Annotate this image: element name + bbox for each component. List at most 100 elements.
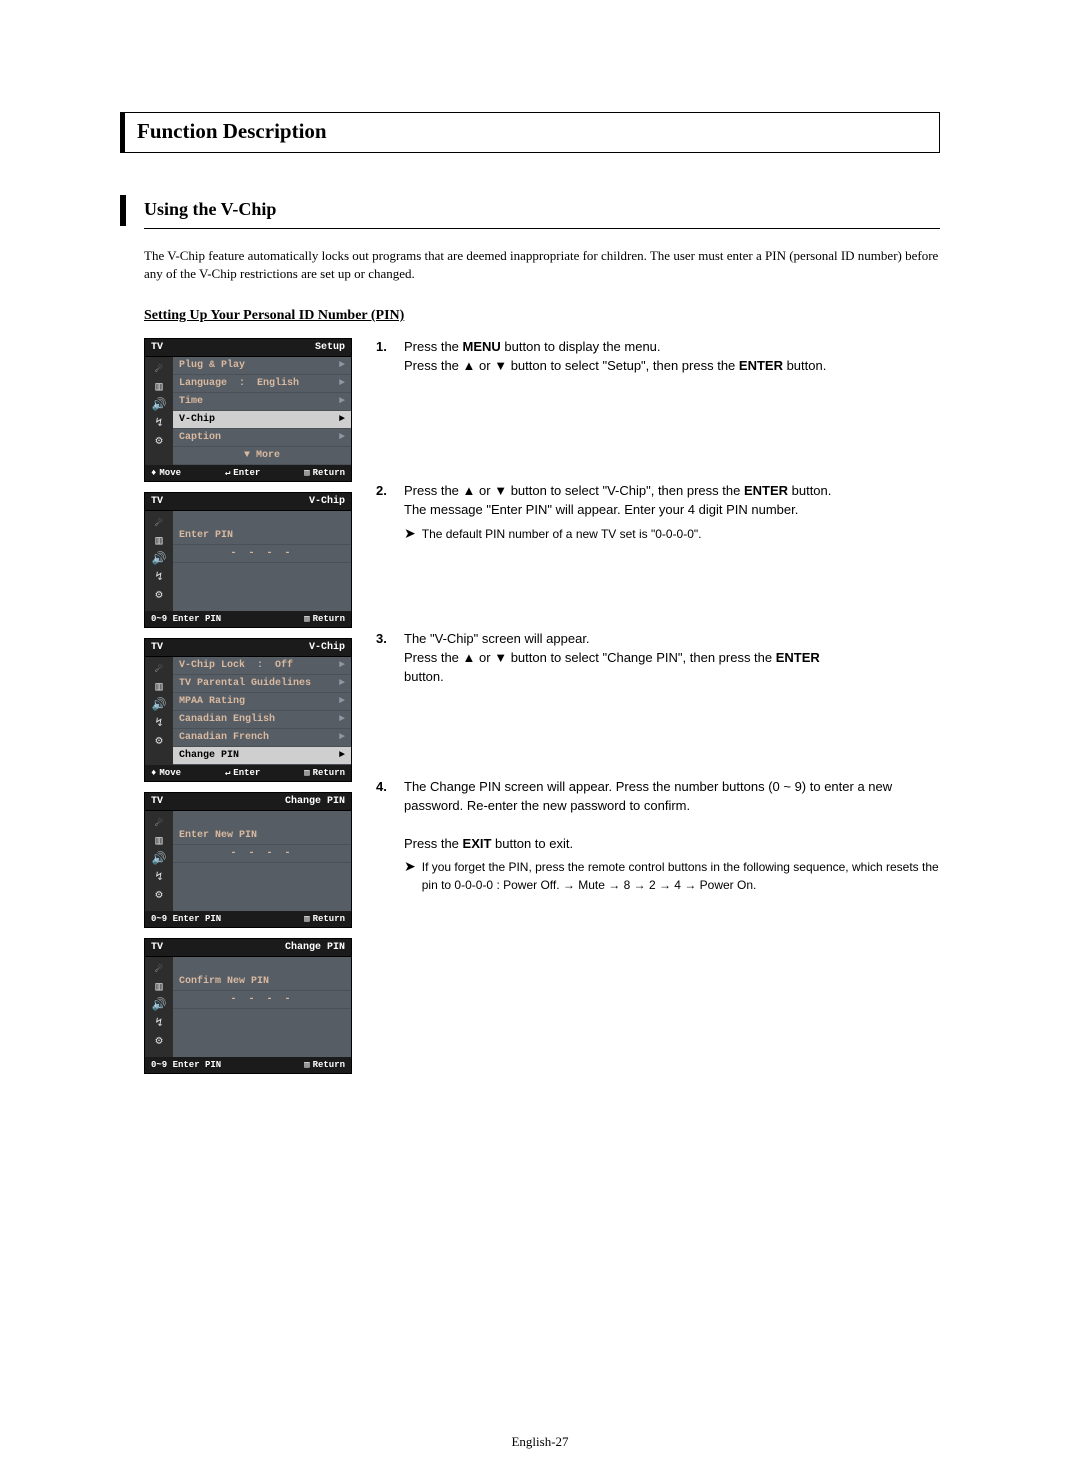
- osd-vchip-options: TV V-Chip ☄ ▥ 🔊 ↯ ⚙ V-Chip Lock : Off► T…: [144, 638, 352, 782]
- setup-icon: ⚙: [155, 735, 162, 747]
- step-2-note: ➤ The default PIN number of a new TV set…: [404, 526, 940, 543]
- osd-enter-pin: TV V-Chip ☄ ▥ 🔊 ↯ ⚙ Enter PIN - - - -: [144, 492, 352, 628]
- updown-icon: ♦: [151, 768, 156, 778]
- menu-row-canadian-french[interactable]: Canadian French►: [173, 729, 351, 747]
- pin-dashes[interactable]: - - - -: [173, 991, 351, 1009]
- step-4: 4. The Change PIN screen will appear. Pr…: [376, 778, 940, 894]
- osd-title: V-Chip: [309, 496, 345, 507]
- chevron-down-icon: ▼: [244, 450, 250, 461]
- pin-dashes[interactable]: - - - -: [173, 845, 351, 863]
- down-arrow-icon: ▼: [494, 483, 507, 498]
- osd-title: Change PIN: [285, 796, 345, 807]
- input-icon: ↯: [155, 871, 162, 883]
- osd-title: Setup: [315, 342, 345, 353]
- up-arrow-icon: ▲: [463, 650, 476, 665]
- pin-dashes[interactable]: - - - -: [173, 545, 351, 563]
- sound-icon: ▥: [155, 681, 162, 693]
- return-icon: ▥: [304, 1060, 309, 1070]
- picture-icon: ☄: [155, 963, 162, 975]
- note-icon: ➤: [404, 526, 416, 543]
- setup-heading: Setting Up Your Personal ID Number (PIN): [144, 308, 940, 324]
- setup-icon: ⚙: [155, 589, 162, 601]
- channel-icon: 🔊: [152, 999, 167, 1011]
- sound-icon: ▥: [155, 835, 162, 847]
- sub-title-underline: [144, 228, 940, 229]
- section-title: Function Description: [137, 119, 929, 144]
- chevron-right-icon: ►: [339, 378, 345, 389]
- menu-row-more[interactable]: ▼ More: [173, 447, 351, 465]
- osd-tv-label: TV: [151, 642, 163, 653]
- up-arrow-icon: ▲: [463, 483, 476, 498]
- channel-icon: 🔊: [152, 699, 167, 711]
- menu-row-time[interactable]: Time►: [173, 393, 351, 411]
- arrow-icon: →: [684, 878, 696, 892]
- osd-confirm-new-pin: TV Change PIN ☄ ▥ 🔊 ↯ ⚙ Confirm New PIN …: [144, 938, 352, 1074]
- input-icon: ↯: [155, 1017, 162, 1029]
- channel-icon: 🔊: [152, 553, 167, 565]
- return-icon: ▥: [304, 914, 309, 924]
- note-icon: ➤: [404, 859, 416, 894]
- menu-row-canadian-english[interactable]: Canadian English►: [173, 711, 351, 729]
- picture-icon: ☄: [155, 363, 162, 375]
- osd-icon-column: ☄ ▥ 🔊 ↯ ⚙: [145, 511, 173, 611]
- osd-title: V-Chip: [309, 642, 345, 653]
- chevron-right-icon: ►: [339, 432, 345, 443]
- down-arrow-icon: ▼: [494, 650, 507, 665]
- step-3: 3. The "V-Chip" screen will appear. Pres…: [376, 630, 940, 687]
- confirm-new-pin-label: Confirm New PIN: [173, 973, 351, 991]
- step-number: 2.: [376, 482, 394, 543]
- chevron-right-icon: ►: [339, 732, 345, 743]
- input-icon: ↯: [155, 717, 162, 729]
- osd-tv-label: TV: [151, 796, 163, 807]
- arrow-icon: →: [608, 878, 620, 892]
- step-number: 3.: [376, 630, 394, 687]
- arrow-icon: →: [659, 878, 671, 892]
- osd-tv-label: TV: [151, 942, 163, 953]
- sound-icon: ▥: [155, 535, 162, 547]
- return-icon: ▥: [304, 614, 309, 624]
- osd-icon-column: ☄ ▥ 🔊 ↯ ⚙: [145, 357, 173, 465]
- enter-icon: ↵: [225, 768, 230, 778]
- step-number: 4.: [376, 778, 394, 894]
- input-icon: ↯: [155, 417, 162, 429]
- menu-row-tv-guidelines[interactable]: TV Parental Guidelines►: [173, 675, 351, 693]
- osd-icon-column: ☄ ▥ 🔊 ↯ ⚙: [145, 657, 173, 765]
- picture-icon: ☄: [155, 517, 162, 529]
- section-title-box: Function Description: [120, 112, 940, 153]
- chevron-right-icon: ►: [339, 714, 345, 725]
- menu-row-vchip[interactable]: V-Chip►: [173, 411, 351, 429]
- osd-title: Change PIN: [285, 942, 345, 953]
- chevron-right-icon: ►: [339, 414, 345, 425]
- channel-icon: 🔊: [152, 853, 167, 865]
- menu-row-change-pin[interactable]: Change PIN►: [173, 747, 351, 765]
- osd-enter-new-pin: TV Change PIN ☄ ▥ 🔊 ↯ ⚙ Enter New PIN - …: [144, 792, 352, 928]
- chevron-right-icon: ►: [339, 678, 345, 689]
- return-icon: ▥: [304, 468, 309, 478]
- sound-icon: ▥: [155, 981, 162, 993]
- menu-row-plug-play[interactable]: Plug & Play►: [173, 357, 351, 375]
- chevron-right-icon: ►: [339, 696, 345, 707]
- picture-icon: ☄: [155, 817, 162, 829]
- up-arrow-icon: ▲: [463, 358, 476, 373]
- chevron-right-icon: ►: [339, 660, 345, 671]
- osd-setup: TV Setup ☄ ▥ 🔊 ↯ ⚙ Plug & Play► Language…: [144, 338, 352, 482]
- menu-row-caption[interactable]: Caption►: [173, 429, 351, 447]
- page-footer: English-27: [0, 1434, 1080, 1450]
- step-number: 1.: [376, 338, 394, 376]
- chevron-right-icon: ►: [339, 360, 345, 371]
- enter-new-pin-label: Enter New PIN: [173, 827, 351, 845]
- chevron-right-icon: ►: [339, 396, 345, 407]
- step-4-note: ➤ If you forget the PIN, press the remot…: [404, 859, 940, 894]
- setup-icon: ⚙: [155, 435, 162, 447]
- step-2: 2. Press the ▲ or ▼ button to select "V-…: [376, 482, 940, 543]
- updown-icon: ♦: [151, 468, 156, 478]
- picture-icon: ☄: [155, 663, 162, 675]
- osd-tv-label: TV: [151, 342, 163, 353]
- menu-row-mpaa[interactable]: MPAA Rating►: [173, 693, 351, 711]
- sub-title: Using the V-Chip: [144, 195, 276, 226]
- sound-icon: ▥: [155, 381, 162, 393]
- enter-pin-label: Enter PIN: [173, 527, 351, 545]
- menu-row-vchip-lock[interactable]: V-Chip Lock : Off►: [173, 657, 351, 675]
- menu-row-language[interactable]: Language : English►: [173, 375, 351, 393]
- sub-title-bar: [120, 195, 126, 226]
